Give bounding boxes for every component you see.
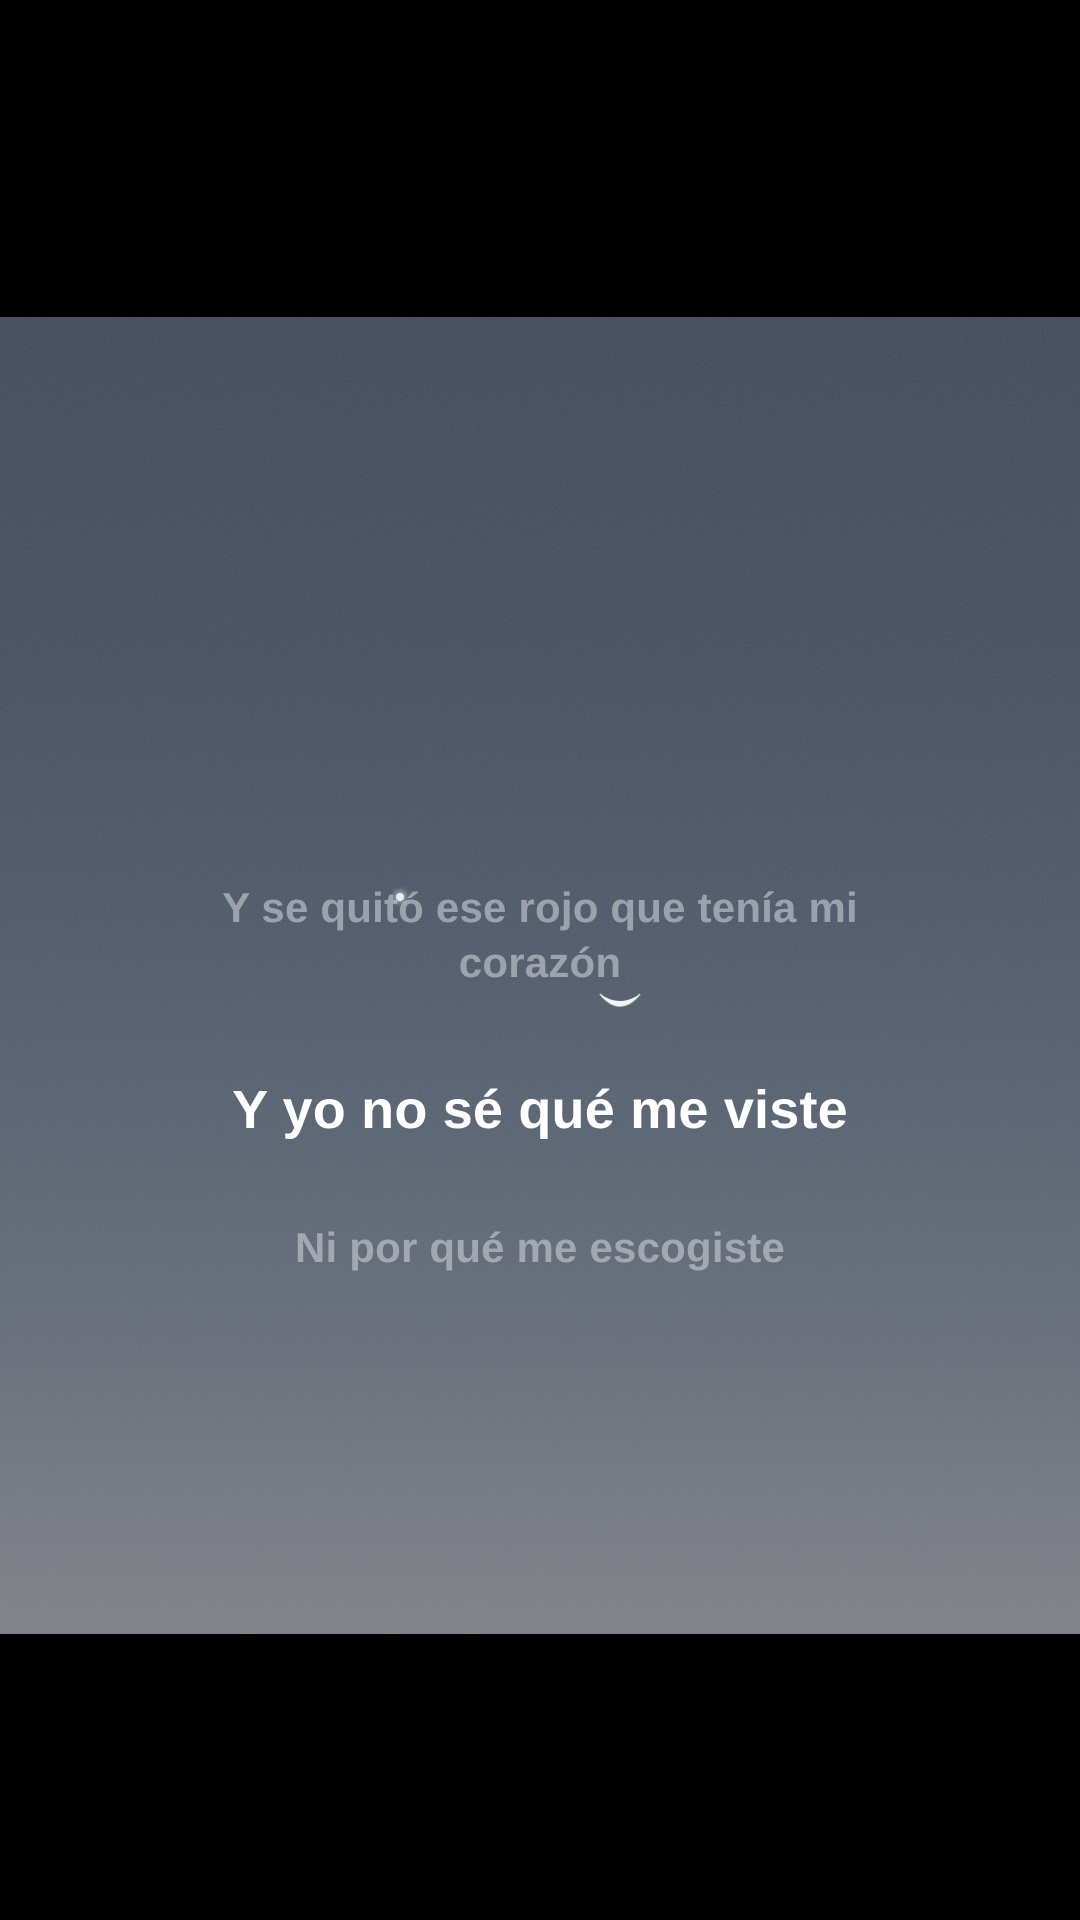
crescent-moon-icon	[599, 993, 641, 1007]
previous-lyric-line-1: Y se quitó ese rojo que tenía mi	[222, 884, 858, 931]
current-lyric: Y yo no sé qué me viste	[232, 1080, 848, 1140]
previous-lyric-line-2: corazón	[458, 939, 622, 986]
lyrics-video-screen: Y se quitó ese rojo que tenía mi corazón…	[0, 0, 1080, 1920]
next-lyric: Ni por qué me escogiste	[294, 1224, 786, 1271]
previous-lyric: Y se quitó ese rojo que tenía mi corazón	[0, 880, 1080, 990]
letterbox-top	[0, 0, 1080, 317]
letterbox-bottom	[0, 1634, 1080, 1920]
